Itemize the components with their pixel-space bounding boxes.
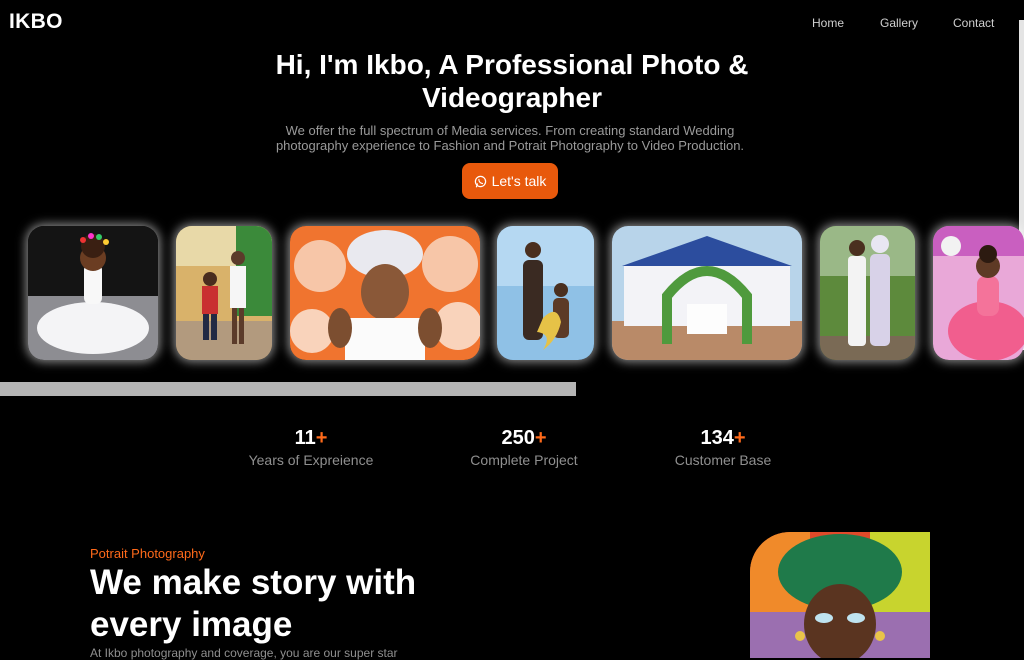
gallery-photo-bride-gele[interactable] xyxy=(290,226,480,360)
nav-link-home[interactable]: Home xyxy=(812,16,844,30)
stat-projects-value: 250 xyxy=(501,427,535,449)
portrait-photo xyxy=(750,532,930,658)
gallery-scrollbar[interactable] xyxy=(0,382,576,396)
stat-customers-label: Customer Base xyxy=(674,452,772,468)
nav-link-gallery[interactable]: Gallery xyxy=(880,16,918,30)
stat-projects-plus: + xyxy=(534,427,547,449)
navbar: IKBO Home Gallery Contact xyxy=(0,0,1024,44)
stat-projects: 250+ Complete Project xyxy=(444,427,604,468)
stat-years: 11+ Years of Expreience xyxy=(231,427,391,468)
nav-link-contact[interactable]: Contact xyxy=(953,16,994,30)
lets-talk-label: Let's talk xyxy=(491,173,547,189)
gallery-photo-mother-child-balloon[interactable] xyxy=(497,226,594,360)
stat-customers-value: 134 xyxy=(700,427,734,449)
stat-customers: 134+ Customer Base xyxy=(643,427,803,468)
section-eyebrow: Potrait Photography xyxy=(90,546,205,561)
section-title: We make story with every image xyxy=(90,563,417,644)
hero-subtitle: We offer the full spectrum of Media serv… xyxy=(275,123,745,153)
lets-talk-button[interactable]: Let's talk xyxy=(462,163,558,199)
photo-gallery-strip[interactable] xyxy=(0,224,1024,364)
gallery-photo-child-white-dress[interactable] xyxy=(28,226,158,360)
gallery-photo-wedding-couple[interactable] xyxy=(820,226,915,360)
whatsapp-icon xyxy=(474,175,487,188)
hero-title: Hi, I'm Ikbo, A Professional Photo & Vid… xyxy=(275,49,749,113)
stat-years-plus: + xyxy=(315,427,328,449)
stat-customers-plus: + xyxy=(733,427,746,449)
stat-projects-label: Complete Project xyxy=(470,452,578,468)
gallery-photo-siblings-outdoor[interactable] xyxy=(176,226,272,360)
gallery-photo-event-tent[interactable] xyxy=(612,226,802,360)
gallery-photo-girl-pink-dress[interactable] xyxy=(933,226,1024,360)
stat-years-value: 11 xyxy=(294,427,316,449)
stat-years-label: Years of Expreience xyxy=(248,452,374,468)
brand-logo[interactable]: IKBO xyxy=(9,10,63,34)
